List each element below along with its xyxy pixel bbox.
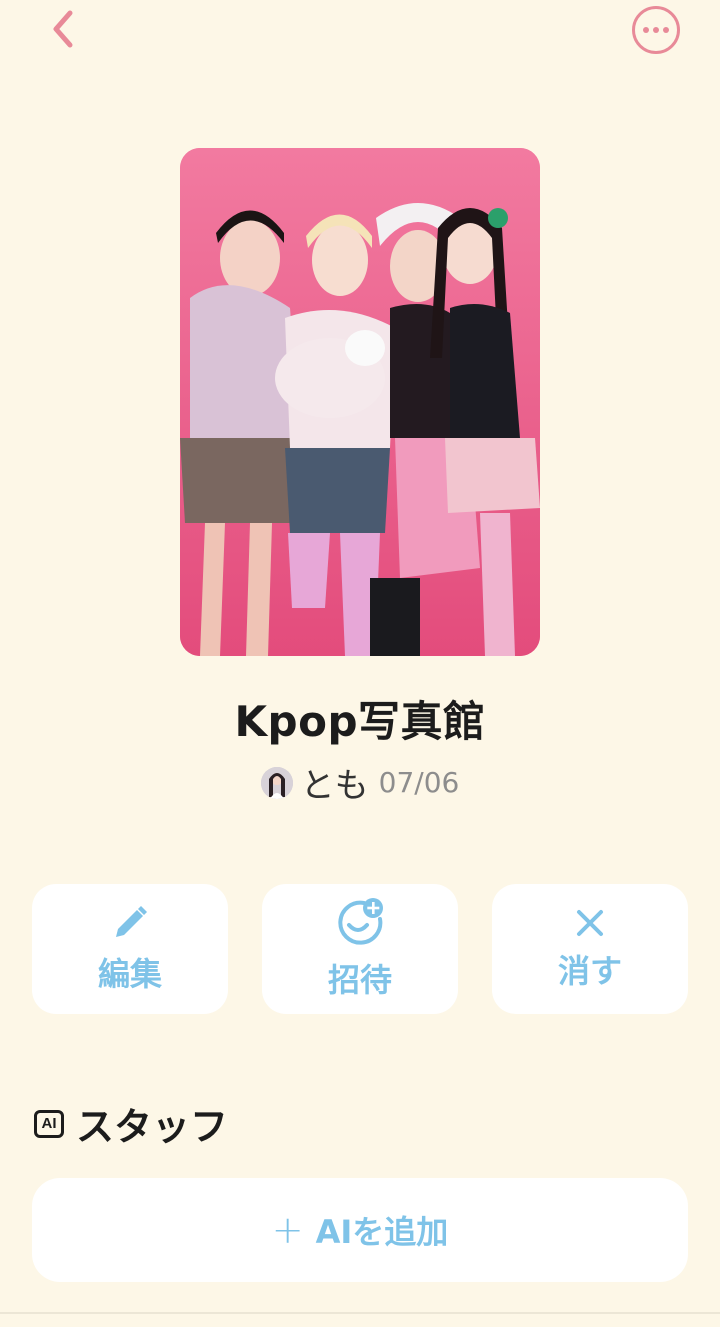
divider	[0, 1312, 720, 1314]
delete-label: 消す	[557, 952, 622, 990]
pencil-icon	[116, 906, 147, 937]
delete-button[interactable]: 消す	[492, 884, 688, 1014]
album-cover-image[interactable]	[180, 148, 540, 656]
ai-badge-icon: AI	[34, 1109, 64, 1138]
edit-label: 編集	[97, 955, 162, 993]
invite-button[interactable]: 招待	[262, 884, 458, 1014]
add-ai-label: AIを追加	[315, 1213, 449, 1251]
avatar[interactable]	[260, 766, 293, 799]
more-options-button[interactable]	[630, 4, 682, 56]
add-person-icon	[338, 898, 383, 945]
staff-section-header: AI スタッフ	[34, 1096, 228, 1151]
chevron-left-icon	[53, 10, 73, 48]
back-button[interactable]	[40, 6, 86, 52]
album-meta: とも 07/06	[0, 758, 720, 807]
owner-name: とも	[300, 766, 369, 806]
staff-title: スタッフ	[76, 1105, 229, 1149]
invite-label: 招待	[327, 961, 392, 999]
edit-button[interactable]: 編集	[32, 884, 228, 1014]
album-title: Kpop写真館	[234, 697, 486, 746]
close-icon	[577, 910, 603, 936]
album-date: 07/06	[378, 766, 460, 799]
add-ai-button[interactable]: + AIを追加	[32, 1178, 688, 1282]
more-horizontal-icon	[632, 6, 680, 54]
cover-photo	[180, 148, 540, 656]
plus-icon: +	[271, 1208, 304, 1252]
